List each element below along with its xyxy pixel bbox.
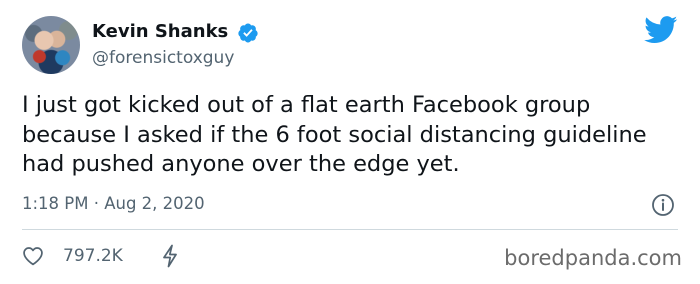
- watermark: boredpanda.com: [504, 246, 682, 270]
- author-handle[interactable]: @forensictoxguy: [92, 48, 234, 68]
- twitter-bird-icon[interactable]: [644, 16, 678, 44]
- like-count: 797.2K: [63, 246, 123, 266]
- heart-icon[interactable]: [22, 246, 44, 266]
- verified-badge-icon: [238, 23, 258, 43]
- avatar[interactable]: [22, 16, 80, 74]
- tweet-text: I just got kicked out of a flat earth Fa…: [22, 92, 647, 177]
- bolt-icon[interactable]: [161, 244, 179, 268]
- divider: [22, 229, 678, 230]
- tweet-timestamp[interactable]: 1:18 PM · Aug 2, 2020: [22, 194, 205, 213]
- info-icon[interactable]: [651, 193, 675, 217]
- author-name[interactable]: Kevin Shanks: [92, 21, 228, 42]
